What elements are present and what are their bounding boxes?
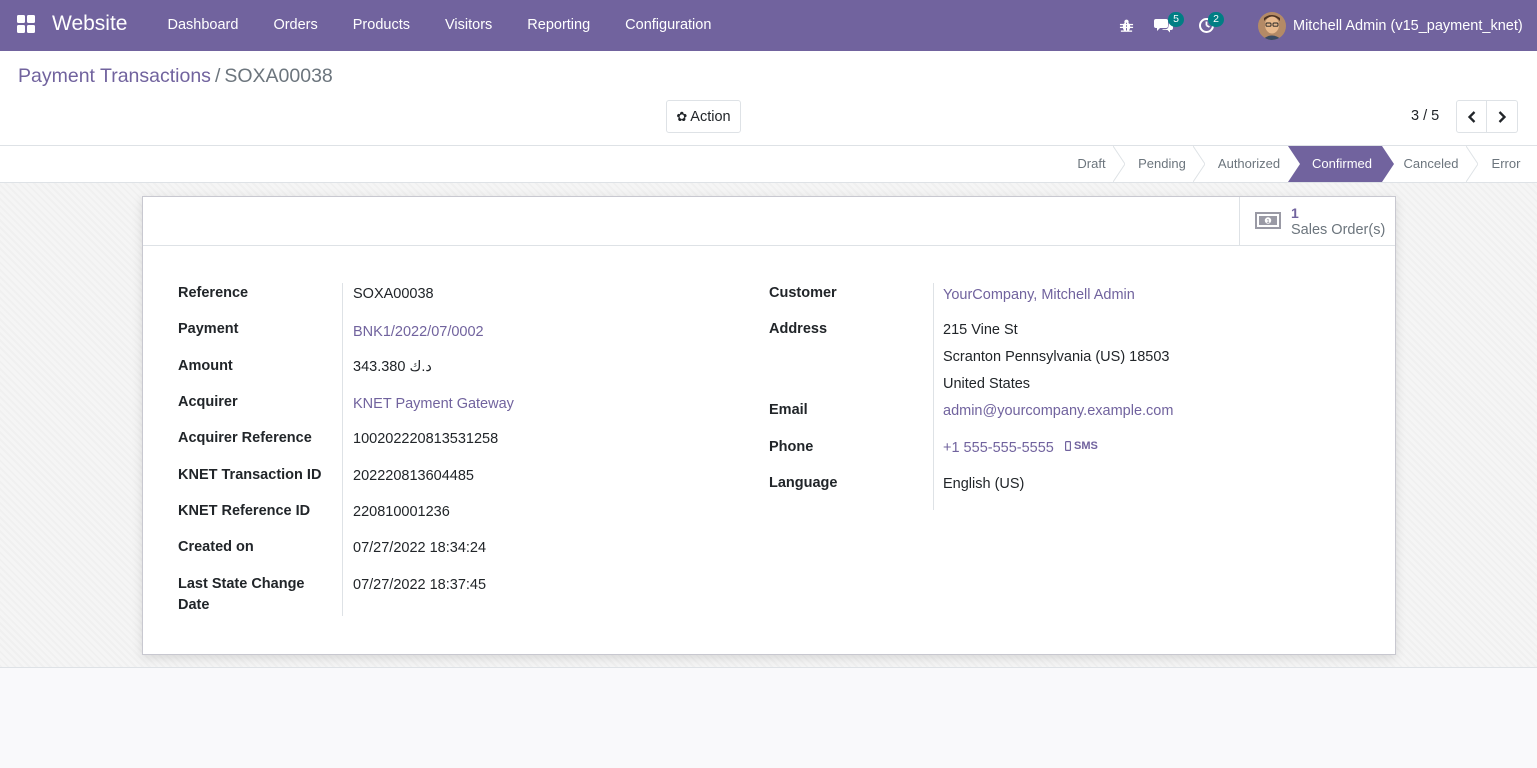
knet-transaction-id-label: KNET Transaction ID	[178, 467, 322, 483]
menu-item-configuration[interactable]: Configuration	[608, 0, 729, 51]
language-label: Language	[769, 475, 838, 491]
status-canceled[interactable]: Canceled	[1396, 146, 1466, 182]
acquirer-reference-value: 100202220813531258	[353, 431, 499, 447]
sales-orders-count: 1	[1291, 205, 1299, 221]
created-on-label: Created on	[178, 539, 254, 555]
customer-label: Customer	[769, 285, 837, 301]
pager-next-button[interactable]	[1487, 100, 1518, 133]
action-button-label: Action	[690, 108, 731, 125]
created-on-value: 07/27/2022 18:34:24	[353, 540, 487, 556]
sms-label: SMS	[1074, 440, 1098, 452]
svg-text:1: 1	[1266, 219, 1269, 225]
status-authorized[interactable]: Authorized	[1207, 146, 1291, 182]
breadcrumb-separator: /	[214, 65, 221, 87]
phone-label: Phone	[769, 439, 814, 455]
sales-orders-smart-button[interactable]: 1 1 Sales Order(s)	[1239, 197, 1395, 245]
chevron-left-icon	[1467, 110, 1475, 123]
address-city-state-zip: Scranton Pennsylvania (US) 18503	[943, 349, 1170, 365]
reference-label: Reference	[178, 285, 249, 301]
money-icon: 1	[1255, 212, 1281, 232]
pager-value[interactable]: 3 / 5	[1411, 108, 1439, 124]
chevron-right-icon	[1498, 110, 1507, 123]
debug-bug-icon[interactable]	[1119, 0, 1134, 51]
user-name: Mitchell Admin (v15_payment_knet)	[1293, 17, 1523, 34]
payment-link[interactable]: BNK1/2022/07/0002	[353, 324, 484, 340]
address-street: 215 Vine St	[943, 322, 1018, 338]
sales-orders-label: Sales Order(s)	[1291, 222, 1386, 238]
app-name[interactable]: Website	[52, 12, 127, 36]
status-separator	[1113, 146, 1125, 182]
activities-count-badge: 2	[1208, 12, 1224, 27]
payment-label: Payment	[178, 321, 239, 337]
menu-item-products[interactable]: Products	[335, 0, 427, 51]
right-group-divider	[933, 283, 934, 510]
breadcrumb-current: SOXA00038	[224, 65, 333, 87]
user-menu[interactable]: Mitchell Admin (v15_payment_knet)	[1258, 11, 1523, 40]
mobile-phone-icon	[1065, 441, 1071, 451]
last-state-change-label: Last State Change Date	[178, 576, 305, 613]
status-draft[interactable]: Draft	[1064, 146, 1119, 182]
status-separator	[1466, 146, 1478, 182]
breadcrumb-parent[interactable]: Payment Transactions	[18, 65, 211, 87]
form-sheet: 1 1 Sales Order(s) Reference SOXA00038 P…	[142, 196, 1396, 655]
gear-icon: ✿	[676, 108, 688, 124]
menu-item-orders[interactable]: Orders	[256, 0, 335, 51]
amount-label: Amount	[178, 358, 233, 374]
top-navbar: Website Dashboard Orders Products Visito…	[0, 0, 1537, 51]
main-menu: Dashboard Orders Products Visitors Repor…	[150, 0, 729, 51]
left-group-divider	[342, 283, 343, 616]
apps-menu-icon[interactable]	[17, 15, 35, 33]
knet-transaction-id-value: 202220813604485	[353, 468, 474, 484]
smart-button-box: 1 1 Sales Order(s)	[143, 197, 1395, 246]
status-error[interactable]: Error	[1482, 146, 1530, 182]
status-pending[interactable]: Pending	[1127, 146, 1197, 182]
status-bar: Draft Pending Authorized Confirmed Cance…	[0, 146, 1537, 183]
knet-reference-id-value: 220810001236	[353, 504, 450, 520]
menu-item-visitors[interactable]: Visitors	[428, 0, 510, 51]
language-value: English (US)	[943, 476, 1025, 492]
last-state-change-value: 07/27/2022 18:37:45	[353, 577, 487, 593]
send-sms-button[interactable]: SMS	[1065, 440, 1098, 452]
control-panel: Payment Transactions / SOXA00038 ✿ Action …	[0, 51, 1537, 146]
knet-reference-id-label: KNET Reference ID	[178, 503, 311, 519]
customer-link[interactable]: YourCompany, Mitchell Admin	[943, 287, 1135, 303]
email-label: Email	[769, 402, 808, 418]
status-separator	[1193, 146, 1205, 182]
user-avatar	[1258, 11, 1286, 40]
phone-link[interactable]: +1 555-555-5555	[943, 440, 1054, 456]
address-country: United States	[943, 376, 1031, 392]
pager-previous-button[interactable]	[1456, 100, 1487, 133]
address-label: Address	[769, 321, 828, 337]
acquirer-label: Acquirer	[178, 394, 238, 410]
breadcrumb: Payment Transactions / SOXA00038	[18, 65, 333, 88]
acquirer-reference-label: Acquirer Reference	[178, 430, 312, 446]
reference-value: SOXA00038	[353, 286, 434, 302]
status-confirmed[interactable]: Confirmed	[1300, 146, 1384, 182]
menu-item-reporting[interactable]: Reporting	[510, 0, 608, 51]
email-link[interactable]: admin@yourcompany.example.com	[943, 403, 1173, 419]
messages-count-badge: 5	[1168, 12, 1184, 27]
acquirer-link[interactable]: KNET Payment Gateway	[353, 396, 514, 412]
action-button[interactable]: ✿ Action	[666, 100, 741, 133]
amount-value: 343.380 د.ك	[353, 359, 432, 375]
menu-item-dashboard[interactable]: Dashboard	[150, 0, 256, 51]
